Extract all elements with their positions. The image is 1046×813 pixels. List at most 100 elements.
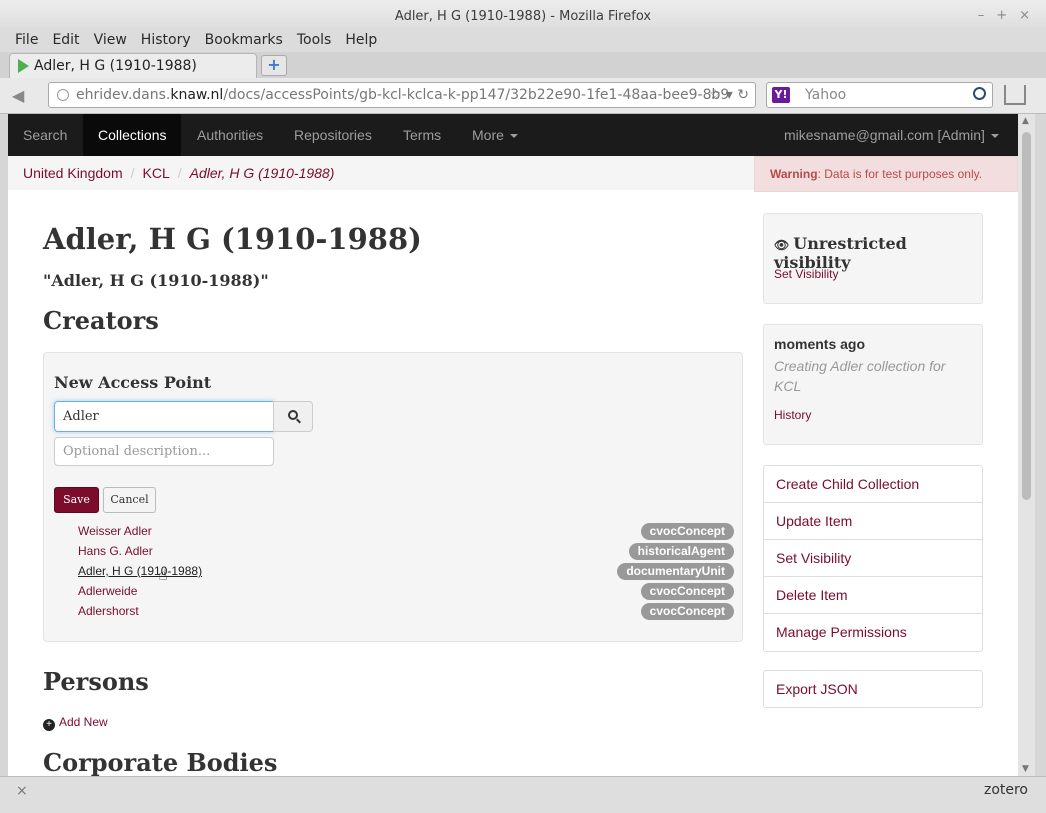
url-bar-actions[interactable]: ☆ ▾ ↻: [709, 83, 749, 107]
scroll-thumb[interactable]: [1022, 132, 1031, 500]
suggestion-type-badge: historicalAgent: [628, 543, 734, 560]
nav-terms[interactable]: Terms: [403, 114, 441, 156]
cancel-button[interactable]: Cancel: [103, 487, 156, 513]
close-addon-bar-icon[interactable]: ×: [16, 783, 28, 799]
search-icon[interactable]: [973, 87, 986, 100]
play-favicon-icon: [18, 59, 29, 73]
new-access-point-panel: New Access Point Adler Optional descript…: [43, 352, 743, 642]
caret-down-icon: [990, 134, 999, 139]
set-visibility-link[interactable]: Set Visibility: [774, 267, 838, 281]
suggestion-item[interactable]: Adler, H G (1910-1988) documentaryUnit: [78, 562, 734, 582]
add-new-label: Add New: [59, 715, 108, 729]
suggestion-item[interactable]: Weisser Adler cvocConcept: [78, 522, 734, 542]
menu-edit[interactable]: Edit: [52, 28, 79, 52]
suggestion-type-badge: cvocConcept: [640, 603, 734, 620]
window-title: Adler, H G (1910-1988) - Mozilla Firefox: [394, 9, 652, 24]
scroll-up-icon[interactable]: ▲: [1022, 116, 1029, 126]
nav-repositories[interactable]: Repositories: [294, 114, 372, 156]
access-point-search-button[interactable]: [273, 401, 313, 432]
suggestion-name[interactable]: Adlerweide: [78, 584, 137, 598]
suggestion-name[interactable]: Adler, H G (1910-1988): [78, 564, 202, 578]
corporate-bodies-heading: Corporate Bodies: [43, 748, 278, 776]
breadcrumb-current[interactable]: Adler, H G (1910-1988): [190, 165, 335, 181]
suggestion-type-badge: cvocConcept: [640, 523, 734, 540]
back-arrow-icon[interactable]: ◀: [12, 86, 24, 105]
suggestion-type-badge: cvocConcept: [640, 583, 734, 600]
tab-label: Adler, H G (1910-1988): [34, 58, 197, 74]
close-window-icon[interactable]: ×: [1019, 9, 1030, 23]
creators-heading: Creators: [43, 306, 159, 335]
add-new-link[interactable]: + Add New: [43, 715, 108, 731]
window-controls: – + ×: [978, 9, 1030, 23]
nav-search[interactable]: Search: [23, 114, 67, 156]
history-link[interactable]: History: [774, 408, 811, 422]
site-navbar: Search Collections Authorities Repositor…: [8, 114, 1018, 156]
home-icon[interactable]: [1004, 85, 1026, 105]
tab-bar: Adler, H G (1910-1988) +: [0, 52, 1046, 78]
new-tab-button[interactable]: +: [261, 55, 287, 76]
menu-bookmarks[interactable]: Bookmarks: [205, 28, 283, 52]
warning-label: Warning: [770, 167, 818, 181]
menu-bar: File Edit View History Bookmarks Tools H…: [0, 28, 1046, 52]
breadcrumb-separator: /: [177, 165, 182, 181]
page-subtitle: "Adler, H G (1910-1988)": [43, 271, 269, 290]
url-domain: knaw.nl: [170, 87, 224, 103]
access-point-input[interactable]: Adler: [54, 401, 274, 432]
web-search-input[interactable]: Y! Yahoo: [766, 82, 993, 108]
set-visibility-action-link[interactable]: Set Visibility: [764, 540, 982, 577]
suggestion-name[interactable]: Weisser Adler: [78, 524, 152, 538]
suggestion-name[interactable]: Hans G. Adler: [78, 544, 153, 558]
caret-down-icon: [509, 134, 518, 139]
nav-collections[interactable]: Collections: [83, 114, 182, 156]
panel-title: New Access Point: [54, 373, 212, 392]
menu-view[interactable]: View: [94, 28, 127, 52]
hand-cursor-icon: ☝: [158, 565, 168, 584]
user-label: mikesname@gmail.com [Admin]: [784, 127, 985, 143]
url-bar[interactable]: ehridev.dans.knaw.nl/docs/accessPoints/g…: [48, 82, 756, 108]
breadcrumb: United Kingdom / KCL / Adler, H G (1910-1988…: [8, 156, 754, 190]
user-menu-dropdown[interactable]: mikesname@gmail.com [Admin]: [784, 114, 999, 156]
page-viewport: Search Collections Authorities Repositor…: [8, 114, 1018, 776]
suggestion-item[interactable]: Hans G. Adler historicalAgent: [78, 542, 734, 562]
eye-icon: 👁: [774, 238, 790, 252]
export-json-link[interactable]: Export JSON: [763, 670, 983, 708]
breadcrumb-link-country[interactable]: United Kingdom: [23, 165, 123, 181]
globe-icon: [57, 89, 69, 101]
navigation-bar: ◀ ehridev.dans.knaw.nl/docs/accessPoints…: [0, 78, 1046, 114]
browser-tab[interactable]: Adler, H G (1910-1988): [9, 53, 257, 78]
save-button[interactable]: Save: [54, 487, 99, 513]
menu-help[interactable]: Help: [345, 28, 377, 52]
plus-circle-icon: +: [43, 719, 55, 731]
menu-file[interactable]: File: [15, 28, 38, 52]
history-time: moments ago: [774, 336, 866, 352]
menu-tools[interactable]: Tools: [297, 28, 332, 52]
persons-heading: Persons: [43, 667, 149, 696]
menu-history[interactable]: History: [141, 28, 191, 52]
page-scrollbar[interactable]: ▲ ▼: [1018, 114, 1035, 776]
yahoo-icon[interactable]: Y!: [772, 87, 790, 103]
update-item-link[interactable]: Update Item: [764, 503, 982, 540]
minimize-icon[interactable]: –: [978, 9, 985, 23]
zotero-button[interactable]: zotero: [984, 782, 1028, 798]
actions-list: Create Child Collection Update Item Set …: [763, 465, 983, 652]
warning-alert: Warning: Data is for test purposes only.: [754, 156, 1018, 192]
nav-more-dropdown[interactable]: More: [472, 114, 518, 156]
breadcrumb-link-repository[interactable]: KCL: [143, 165, 170, 181]
description-input[interactable]: Optional description...: [54, 437, 274, 466]
manage-permissions-link[interactable]: Manage Permissions: [764, 614, 982, 651]
status-bar: × zotero: [0, 776, 1046, 813]
history-description: Creating Adler collection for KCL: [774, 358, 946, 394]
maximize-icon[interactable]: +: [996, 9, 1007, 23]
suggestion-item[interactable]: Adlerweide cvocConcept: [78, 582, 734, 602]
web-search-placeholder: Yahoo: [805, 87, 847, 103]
scroll-down-icon[interactable]: ▼: [1022, 764, 1029, 774]
suggestion-item[interactable]: Adlershorst cvocConcept: [78, 602, 734, 622]
suggestion-name[interactable]: Adlershorst: [78, 604, 139, 618]
url-prefix: ehridev.dans.: [76, 87, 171, 103]
suggestion-type-badge: documentaryUnit: [617, 563, 734, 580]
nav-authorities[interactable]: Authorities: [197, 114, 263, 156]
nav-more-label: More: [472, 127, 504, 143]
create-child-collection-link[interactable]: Create Child Collection: [764, 466, 982, 503]
history-panel: moments ago Creating Adler collection fo…: [763, 324, 983, 445]
delete-item-link[interactable]: Delete Item: [764, 577, 982, 614]
